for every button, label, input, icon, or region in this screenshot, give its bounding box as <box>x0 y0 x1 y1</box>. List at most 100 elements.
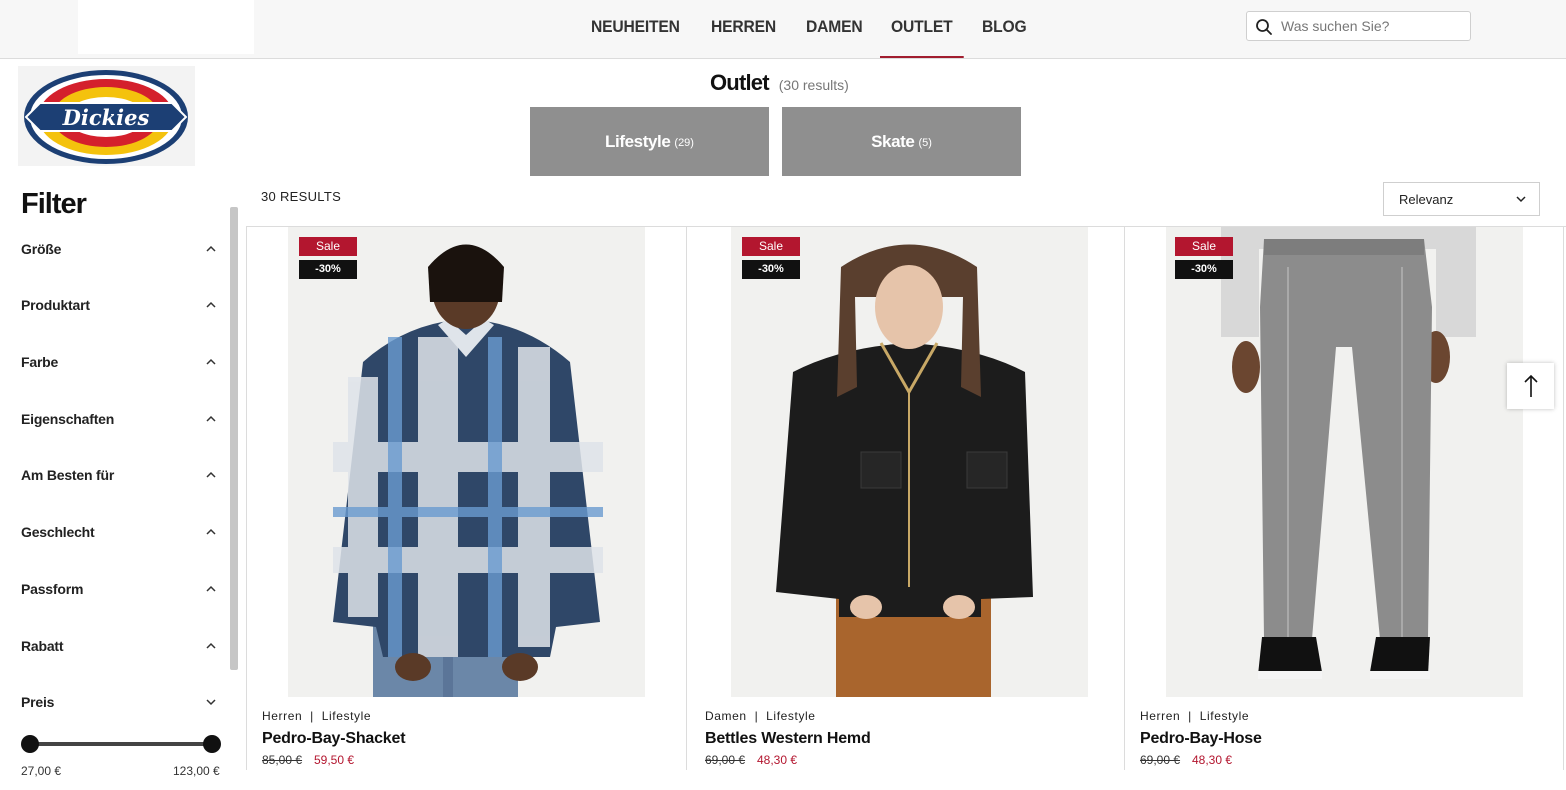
chevron-up-icon <box>206 245 216 252</box>
chevron-down-icon <box>1516 196 1526 203</box>
product-price-old: 85,00 € <box>262 753 303 767</box>
product-price-new: 59,50 € <box>314 753 355 767</box>
facet-geschlecht[interactable]: Geschlecht <box>21 520 217 544</box>
chevron-up-icon <box>206 301 216 308</box>
facet-label: Eigenschaften <box>21 411 115 427</box>
facet-produktart[interactable]: Produktart <box>21 293 217 317</box>
product-meta: Damen | Lifestyle <box>705 709 816 723</box>
product-price-old: 69,00 € <box>705 753 746 767</box>
sidebar-scrollbar[interactable] <box>230 207 238 670</box>
chevron-up-icon <box>206 415 216 422</box>
facet-groesse[interactable]: Größe <box>21 237 217 261</box>
product-photo-shacket <box>288 227 645 697</box>
product-price-new: 48,30 € <box>757 753 798 767</box>
page-heading: Outlet (30 results) <box>710 70 849 100</box>
facet-label: Rabatt <box>21 638 64 654</box>
facet-label: Am Besten für <box>21 467 115 483</box>
product-price-old: 69,00 € <box>1140 753 1181 767</box>
meta-separator: | <box>1188 709 1192 723</box>
sale-badge: Sale <box>299 237 357 256</box>
product-card[interactable]: Sale -30% Herren | Lifestyle Pedro-Bay-S… <box>247 227 685 790</box>
nav-item-outlet[interactable]: OUTLET <box>880 0 964 58</box>
meta-separator: | <box>754 709 759 723</box>
price-slider-track[interactable] <box>30 742 212 746</box>
search-input[interactable] <box>1281 15 1461 37</box>
facet-eigenschaften[interactable]: Eigenschaften <box>21 407 217 431</box>
category-count: (29) <box>674 137 694 149</box>
search-icon[interactable] <box>1255 18 1273 36</box>
product-image[interactable]: Sale -30% <box>288 227 645 697</box>
product-name[interactable]: Pedro-Bay-Shacket <box>262 730 406 748</box>
results-number: 30 <box>261 189 277 204</box>
price-slider-min-handle[interactable] <box>21 735 39 753</box>
chevron-up-icon <box>206 528 216 535</box>
chevron-up-icon <box>206 585 216 592</box>
sort-select[interactable]: Relevanz <box>1383 182 1540 216</box>
facet-label: Größe <box>21 241 62 257</box>
meta-separator: | <box>310 709 314 723</box>
chevron-up-icon <box>206 358 216 365</box>
facet-preis[interactable]: Preis <box>21 690 217 714</box>
product-gender: Herren <box>262 709 303 723</box>
facet-passform[interactable]: Passform <box>21 577 217 601</box>
product-price-new: 48,30 € <box>1192 753 1233 767</box>
product-category: Lifestyle <box>766 709 816 723</box>
facet-rabatt[interactable]: Rabatt <box>21 634 217 658</box>
nav-item-blog[interactable]: BLOG <box>971 0 1038 58</box>
category-count: (5) <box>918 137 932 149</box>
nav-item-damen[interactable]: DAMEN <box>795 0 874 58</box>
sale-badge: Sale <box>742 237 800 256</box>
price-max-value: 123,00 € <box>173 764 220 778</box>
discount-badge: -30% <box>299 260 357 279</box>
chevron-down-icon <box>206 699 216 706</box>
facet-label: Produktart <box>21 297 90 313</box>
results-count: 30 RESULTS <box>261 189 341 204</box>
product-name[interactable]: Pedro-Bay-Hose <box>1140 730 1262 748</box>
product-category: Lifestyle <box>321 709 372 723</box>
category-button-lifestyle[interactable]: Lifestyle (29) <box>530 107 769 176</box>
product-category: Lifestyle <box>1199 709 1250 723</box>
sale-badge: Sale <box>1175 237 1233 256</box>
facet-label: Preis <box>21 694 55 710</box>
results-label: RESULTS <box>279 189 342 204</box>
logo-wordmark: Dickies <box>62 105 150 130</box>
discount-badge: -30% <box>1175 260 1233 279</box>
nav-item-herren[interactable]: HERREN <box>700 0 787 58</box>
product-name[interactable]: Bettles Western Hemd <box>705 730 871 748</box>
product-image[interactable]: Sale -30% <box>1166 227 1523 697</box>
category-button-skate[interactable]: Skate (5) <box>782 107 1021 176</box>
product-meta: Herren | Lifestyle <box>262 709 371 723</box>
top-header: NEUHEITEN HERREN DAMEN OUTLET BLOG <box>0 0 1566 59</box>
product-photo-hose <box>1166 227 1523 697</box>
chevron-up-icon <box>206 471 216 478</box>
page-result-count: (30 results) <box>778 77 849 93</box>
product-gender: Herren <box>1140 709 1181 723</box>
sort-selected: Relevanz <box>1399 191 1454 207</box>
product-card[interactable]: Sale -30% Herren | Lifestyle Pedro-Bay-H… <box>1125 227 1562 790</box>
grid-column-divider <box>1563 226 1564 770</box>
product-card[interactable]: Sale -30% Damen | Lifestyle Bettles West… <box>687 227 1123 790</box>
facet-am-besten-fuer[interactable]: Am Besten für <box>21 463 217 487</box>
arrow-up-icon <box>1523 374 1538 397</box>
product-gender: Damen <box>705 709 747 723</box>
nav-item-neuheiten[interactable]: NEUHEITEN <box>580 0 691 58</box>
brand-logo[interactable]: Dickies <box>18 66 195 166</box>
back-to-top-button[interactable] <box>1507 363 1554 409</box>
product-meta: Herren | Lifestyle <box>1140 709 1249 723</box>
facet-label: Passform <box>21 581 84 597</box>
header-blank-area <box>78 0 254 54</box>
category-label: Lifestyle <box>605 131 671 151</box>
discount-badge: -30% <box>742 260 800 279</box>
product-photo-hemd <box>731 227 1088 697</box>
search-box[interactable] <box>1246 11 1471 41</box>
page-title: Outlet <box>710 70 770 95</box>
dickies-logo-icon: Dickies <box>24 70 188 164</box>
price-min-value: 27,00 € <box>21 764 62 778</box>
facet-label: Geschlecht <box>21 524 95 540</box>
main-nav: NEUHEITEN HERREN DAMEN OUTLET BLOG <box>580 0 1043 58</box>
facet-farbe[interactable]: Farbe <box>21 350 217 374</box>
filter-title: Filter <box>21 188 87 220</box>
facet-label: Farbe <box>21 354 59 370</box>
price-slider-max-handle[interactable] <box>203 735 221 753</box>
product-image[interactable]: Sale -30% <box>731 227 1088 697</box>
